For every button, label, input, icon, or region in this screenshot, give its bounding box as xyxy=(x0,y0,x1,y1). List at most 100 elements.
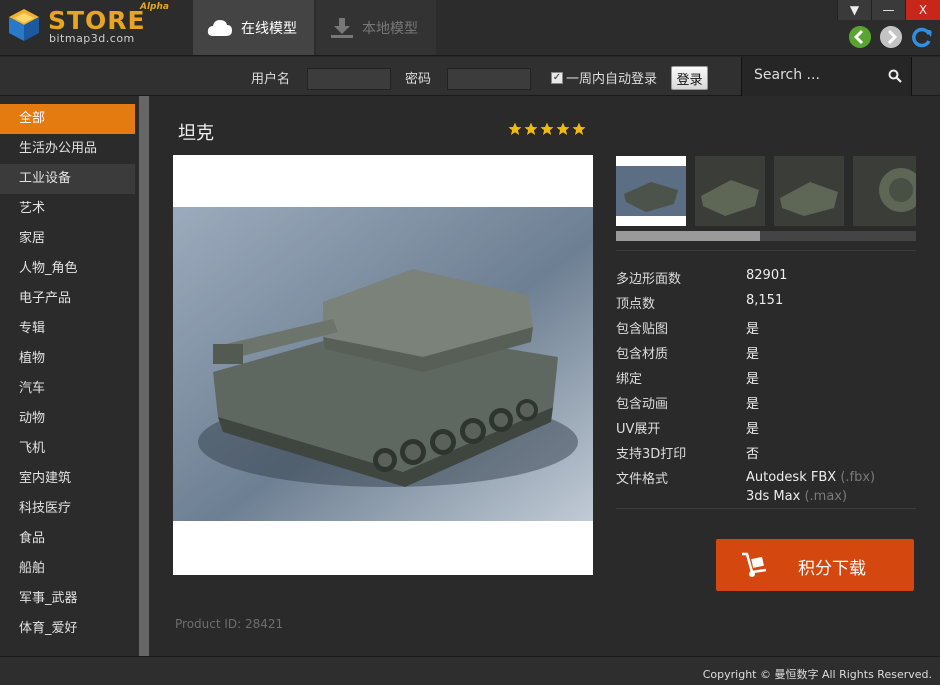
spec-row: 顶点数 8,151 xyxy=(616,293,916,318)
cube-logo-icon xyxy=(9,9,39,41)
thumbnail-scroll-handle[interactable] xyxy=(616,231,760,241)
category-sidebar: 全部 生活办公用品 工业设备 艺术 家居 人物_角色 电子产品 专辑 植物 汽车 动物 飞机 室内建筑科… xyxy=(0,96,150,656)
sidebar-item[interactable]: 全部 xyxy=(0,104,135,134)
tab-online-models[interactable]: 在线模型 xyxy=(193,0,314,55)
sidebar-item[interactable]: 食品 xyxy=(0,524,135,554)
sidebar-item[interactable]: 动物 xyxy=(0,404,135,434)
thumbnail-4[interactable] xyxy=(853,156,916,226)
spec-value: 是 xyxy=(746,322,760,337)
format-ext: (.fbx) xyxy=(840,470,876,485)
spec-row: 包含贴图 是 xyxy=(616,318,916,343)
download-label: 积分下载 xyxy=(798,559,866,579)
copyright-text: Copyright © 曼恒数字 All Rights Reserved. xyxy=(702,668,932,681)
tab-local-models[interactable]: 本地模型 xyxy=(316,0,436,55)
thumbnail-1[interactable] xyxy=(616,156,686,226)
window-controls: ▼ — X xyxy=(837,0,940,20)
spec-row: 支持3D打印 否 xyxy=(616,443,916,468)
category-list: 全部 生活办公用品 工业设备 艺术 家居 人物_角色 电子产品 专辑 植物 汽车 动物 飞机 室内建筑科… xyxy=(0,104,135,644)
sidebar-item[interactable]: 艺术 xyxy=(0,194,135,224)
format-name: 3ds Max xyxy=(746,489,801,504)
login-button[interactable]: 登录 xyxy=(671,66,708,90)
spec-row: UV展开 是 xyxy=(616,418,916,443)
cloud-icon xyxy=(207,19,232,36)
star-icon xyxy=(556,122,570,135)
login-bar: 用户名 密码 ✓ 一周内自动登录 登录 Search ... xyxy=(0,57,940,96)
spec-row: 多边形面数 82901 xyxy=(616,268,916,293)
spec-key: 绑定 xyxy=(616,372,643,387)
remember-checkbox[interactable]: ✓ xyxy=(551,72,563,84)
refresh-icon[interactable] xyxy=(911,26,933,48)
store-logo: STORE Alpha bitmap3d.com xyxy=(4,2,174,52)
model-detail: 坦克 多边形面数 82901 顶点数 8,151 包含贴图 是 包含材质 是 绑… xyxy=(150,96,940,656)
minimize-button[interactable]: — xyxy=(871,0,905,20)
username-input[interactable] xyxy=(307,68,391,90)
spec-value: 是 xyxy=(746,347,760,362)
password-input[interactable] xyxy=(447,68,531,90)
spec-key: 顶点数 xyxy=(616,297,656,312)
star-icon xyxy=(572,122,586,135)
download-button[interactable]: 积分下载 xyxy=(716,539,914,591)
sidebar-item[interactable]: 工业设备 xyxy=(0,164,135,194)
spec-value: 是 xyxy=(746,397,760,412)
sidebar-item[interactable]: 船舶 xyxy=(0,554,135,584)
sidebar-item[interactable]: 科技医疗 xyxy=(0,494,135,524)
spec-key: 包含动画 xyxy=(616,397,669,412)
tab-local-label: 本地模型 xyxy=(362,20,418,37)
thumbnail-strip xyxy=(616,156,916,226)
password-label: 密码 xyxy=(405,72,432,87)
spec-table: 多边形面数 82901 顶点数 8,151 包含贴图是包含材质是绑定是包含动画是 UV展开… xyxy=(616,250,916,509)
search-icon[interactable] xyxy=(888,69,902,83)
forward-arrow-icon[interactable] xyxy=(880,26,902,48)
sidebar-item[interactable]: 体育_爱好 xyxy=(0,614,135,644)
spec-value: 8,151 xyxy=(746,293,784,308)
username-label: 用户名 xyxy=(251,72,291,87)
sidebar-item[interactable]: 生活办公用品 xyxy=(0,134,135,164)
thumbnail-scrollbar[interactable] xyxy=(616,231,916,241)
sidebar-scrollbar[interactable] xyxy=(139,96,149,656)
star-icon xyxy=(508,122,522,135)
spec-value: 否 xyxy=(746,447,760,462)
title-bar: STORE Alpha bitmap3d.com 在线模型 本地模型 ▼ — X xyxy=(0,0,940,56)
sidebar-item[interactable]: 专辑 xyxy=(0,314,135,344)
sidebar-item[interactable]: 汽车 xyxy=(0,374,135,404)
download-icon xyxy=(331,17,353,38)
spec-value: 82901 xyxy=(746,268,788,283)
thumbnail-2[interactable] xyxy=(695,156,765,226)
format-list: Autodesk FBX (.fbx) 3ds Max (.max) xyxy=(746,468,875,506)
format-name: Autodesk FBX xyxy=(746,470,837,485)
sidebar-item[interactable]: 植物 xyxy=(0,344,135,374)
spec-key: 包含贴图 xyxy=(616,322,669,337)
format-item: 3ds Max (.max) xyxy=(746,487,875,506)
model-title: 坦克 xyxy=(178,123,214,144)
format-ext: (.max) xyxy=(804,489,848,504)
back-arrow-icon[interactable] xyxy=(849,26,871,48)
logo-wordmark: STORE xyxy=(48,6,146,35)
star-icon xyxy=(524,122,538,135)
sidebar-item[interactable]: 军事_武器 xyxy=(0,584,135,614)
spec-key: 文件格式 xyxy=(616,472,669,487)
sidebar-item[interactable]: 电子产品 xyxy=(0,284,135,314)
spec-rows: 多边形面数 82901 顶点数 8,151 包含贴图是包含材质是绑定是包含动画是 UV展开… xyxy=(616,268,916,468)
tank-preview-image xyxy=(173,207,593,521)
logo-subtitle: bitmap3d.com xyxy=(49,32,135,45)
sidebar-item[interactable]: 家居 xyxy=(0,224,135,254)
spec-key: 支持3D打印 xyxy=(616,447,687,462)
tab-online-label: 在线模型 xyxy=(241,20,297,37)
sidebar-item[interactable]: 人物_角色 xyxy=(0,254,135,284)
sidebar-item[interactable]: 飞机 xyxy=(0,434,135,464)
spec-value: 是 xyxy=(746,422,760,437)
spec-key: 包含材质 xyxy=(616,347,669,362)
close-button[interactable]: X xyxy=(905,0,940,20)
logo-badge: Alpha xyxy=(140,2,169,12)
menu-button[interactable]: ▼ xyxy=(837,0,871,20)
search-input[interactable]: Search ... xyxy=(741,57,912,96)
search-placeholder: Search ... xyxy=(754,67,820,83)
spec-value: 是 xyxy=(746,372,760,387)
sidebar-item[interactable]: 室内建筑 xyxy=(0,464,135,494)
star-icon xyxy=(540,122,554,135)
thumbnail-3[interactable] xyxy=(774,156,844,226)
spec-key: 多边形面数 xyxy=(616,272,682,287)
model-preview xyxy=(173,155,593,575)
format-item: Autodesk FBX (.fbx) xyxy=(746,468,875,487)
spec-row: 包含材质 是 xyxy=(616,343,916,368)
